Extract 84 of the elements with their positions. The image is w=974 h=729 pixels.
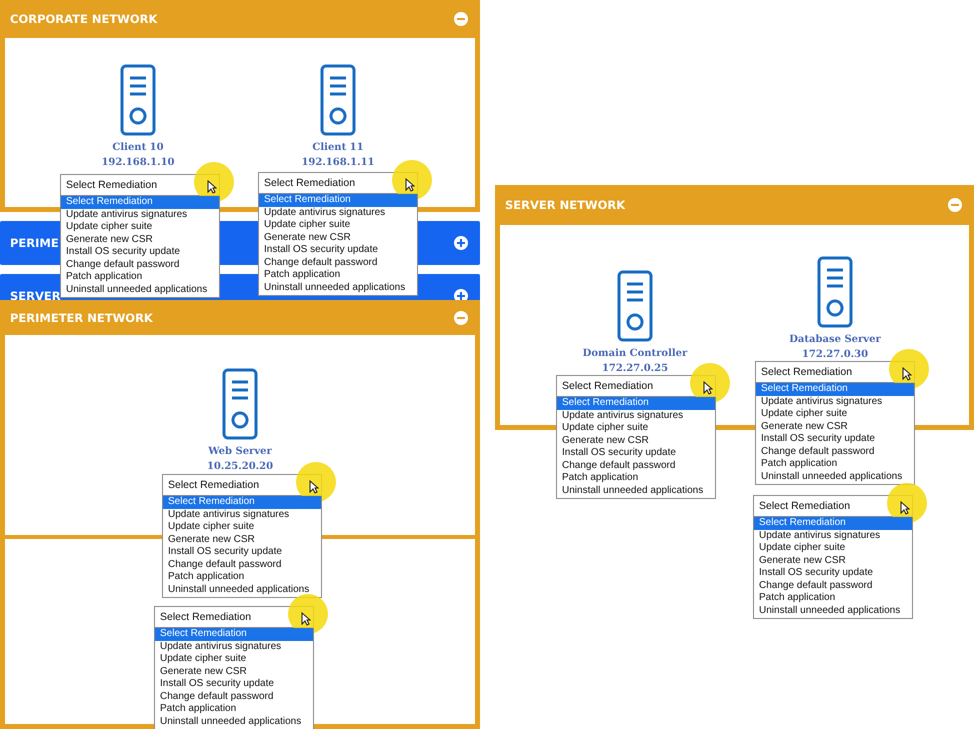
dropdown-option[interactable]: Generate new CSR [155,666,313,678]
dropdown-option[interactable]: Generate new CSR [61,234,219,246]
cursor-icon [301,612,311,626]
dropdown-option[interactable]: Install OS security update [754,567,912,580]
dropdown-option[interactable]: Change default password [155,690,313,703]
dropdown-option[interactable]: Uninstall unneeded applications [259,282,417,294]
dropdown-option[interactable]: Update cipher suite [557,422,715,434]
dropdown-option[interactable]: Update cipher suite [61,221,219,234]
server-icon[interactable] [617,270,653,342]
ip-address: 192.168.1.11 [301,156,375,170]
ip-address: 192.168.1.10 [101,156,175,170]
panel-title: PERIMETER NETWORK [10,310,153,324]
ip-address: 10.25.20.20 [206,460,274,474]
server-icon[interactable] [817,256,853,328]
dropdown-option[interactable]: Install OS security update [163,546,321,558]
dropdown-option[interactable]: Select Remediation [61,196,219,208]
dropdown-option[interactable]: Uninstall unneeded applications [61,284,219,296]
panel-title: SERVER [10,289,61,300]
dropdown-option[interactable]: Update cipher suite [756,408,914,420]
dropdown-option[interactable]: Update cipher suite [259,219,417,232]
server-icon[interactable] [120,64,156,136]
dropdown-option[interactable]: Change default password [756,446,914,458]
dropdown-option[interactable]: Update antivirus signatures [163,508,321,521]
expand-icon[interactable] [454,236,468,250]
dropdown-option[interactable]: Change default password [557,460,715,472]
dropdown-option[interactable]: Patch application [756,458,914,470]
host-name: Client 10 [112,141,164,155]
dropdown-option[interactable]: Change default password [61,258,219,271]
dropdown-option[interactable]: Select Remediation [155,628,313,640]
dropdown-option[interactable]: Generate new CSR [163,534,321,546]
dropdown-option[interactable]: Change default password [259,256,417,269]
dropdown-option[interactable]: Generate new CSR [756,420,914,433]
panel-title: CORPORATE NETWORK [10,12,158,26]
server-icon[interactable] [320,64,356,136]
panel-title: PERIME [10,236,59,250]
dropdown-option[interactable]: Update antivirus signatures [259,206,417,219]
dropdown-option[interactable]: Generate new CSR [557,434,715,447]
dropdown-option[interactable]: Update antivirus signatures [155,640,313,653]
dropdown-option[interactable]: Change default password [163,558,321,571]
dropdown-option[interactable]: Select Remediation [259,194,417,206]
ip-address: 172.27.0.25 [602,362,668,376]
host-name: Web Server [208,445,272,459]
host-name: Domain Controller [582,347,688,361]
cursor-icon [405,178,415,192]
dropdown-option[interactable]: Generate new CSR [259,232,417,244]
dropdown-option[interactable]: Select Remediation [163,496,321,508]
ip-address: 172.27.0.30 [802,348,868,362]
dropdown-option[interactable]: Uninstall unneeded applications [557,484,715,497]
cursor-icon [207,180,217,194]
dropdown-option[interactable]: Install OS security update [557,447,715,460]
dropdown-option[interactable]: Change default password [754,580,912,592]
cursor-icon [902,367,912,381]
dropdown-option[interactable]: Install OS security update [756,433,914,446]
dropdown-option[interactable]: Patch application [259,269,417,282]
panel-title: SERVER NETWORK [505,198,626,212]
dropdown-option[interactable]: Update antivirus signatures [61,208,219,221]
dropdown-option[interactable]: Patch application [754,592,912,604]
dropdown-option[interactable]: Patch application [557,472,715,484]
dropdown-option[interactable]: Select Remediation [557,397,715,410]
dropdown-option[interactable]: Uninstall unneeded applications [756,470,914,483]
server-icon[interactable] [222,368,258,440]
host-name: Database Server [789,333,881,347]
dropdown-option[interactable]: Uninstall unneeded applications [754,604,912,617]
dropdown-option[interactable]: Update cipher suite [754,542,912,554]
dropdown-option[interactable]: Uninstall unneeded applications [163,584,321,596]
dropdown-option[interactable]: Update cipher suite [155,653,313,666]
dropdown-option[interactable]: Select Remediation [756,383,914,396]
cursor-icon [703,381,713,395]
dropdown-option[interactable]: Uninstall unneeded applications [155,716,313,728]
dropdown-option[interactable]: Update cipher suite [163,521,321,534]
dropdown-option[interactable]: Patch application [61,271,219,284]
dropdown-option[interactable]: Select Remediation [754,517,912,530]
dropdown-option[interactable]: Generate new CSR [754,554,912,567]
cursor-icon [309,480,319,494]
dropdown-option[interactable]: Install OS security update [155,678,313,690]
cursor-icon [900,501,910,515]
dropdown-option[interactable]: Patch application [163,571,321,584]
dropdown-option[interactable]: Update antivirus signatures [557,410,715,422]
dropdown-option[interactable]: Install OS security update [259,244,417,256]
dropdown-option[interactable]: Patch application [155,703,313,716]
dropdown-option[interactable]: Install OS security update [61,246,219,258]
dropdown-option[interactable]: Update antivirus signatures [754,530,912,542]
dropdown-option[interactable]: Update antivirus signatures [756,396,914,408]
host-name: Client 11 [312,141,364,155]
